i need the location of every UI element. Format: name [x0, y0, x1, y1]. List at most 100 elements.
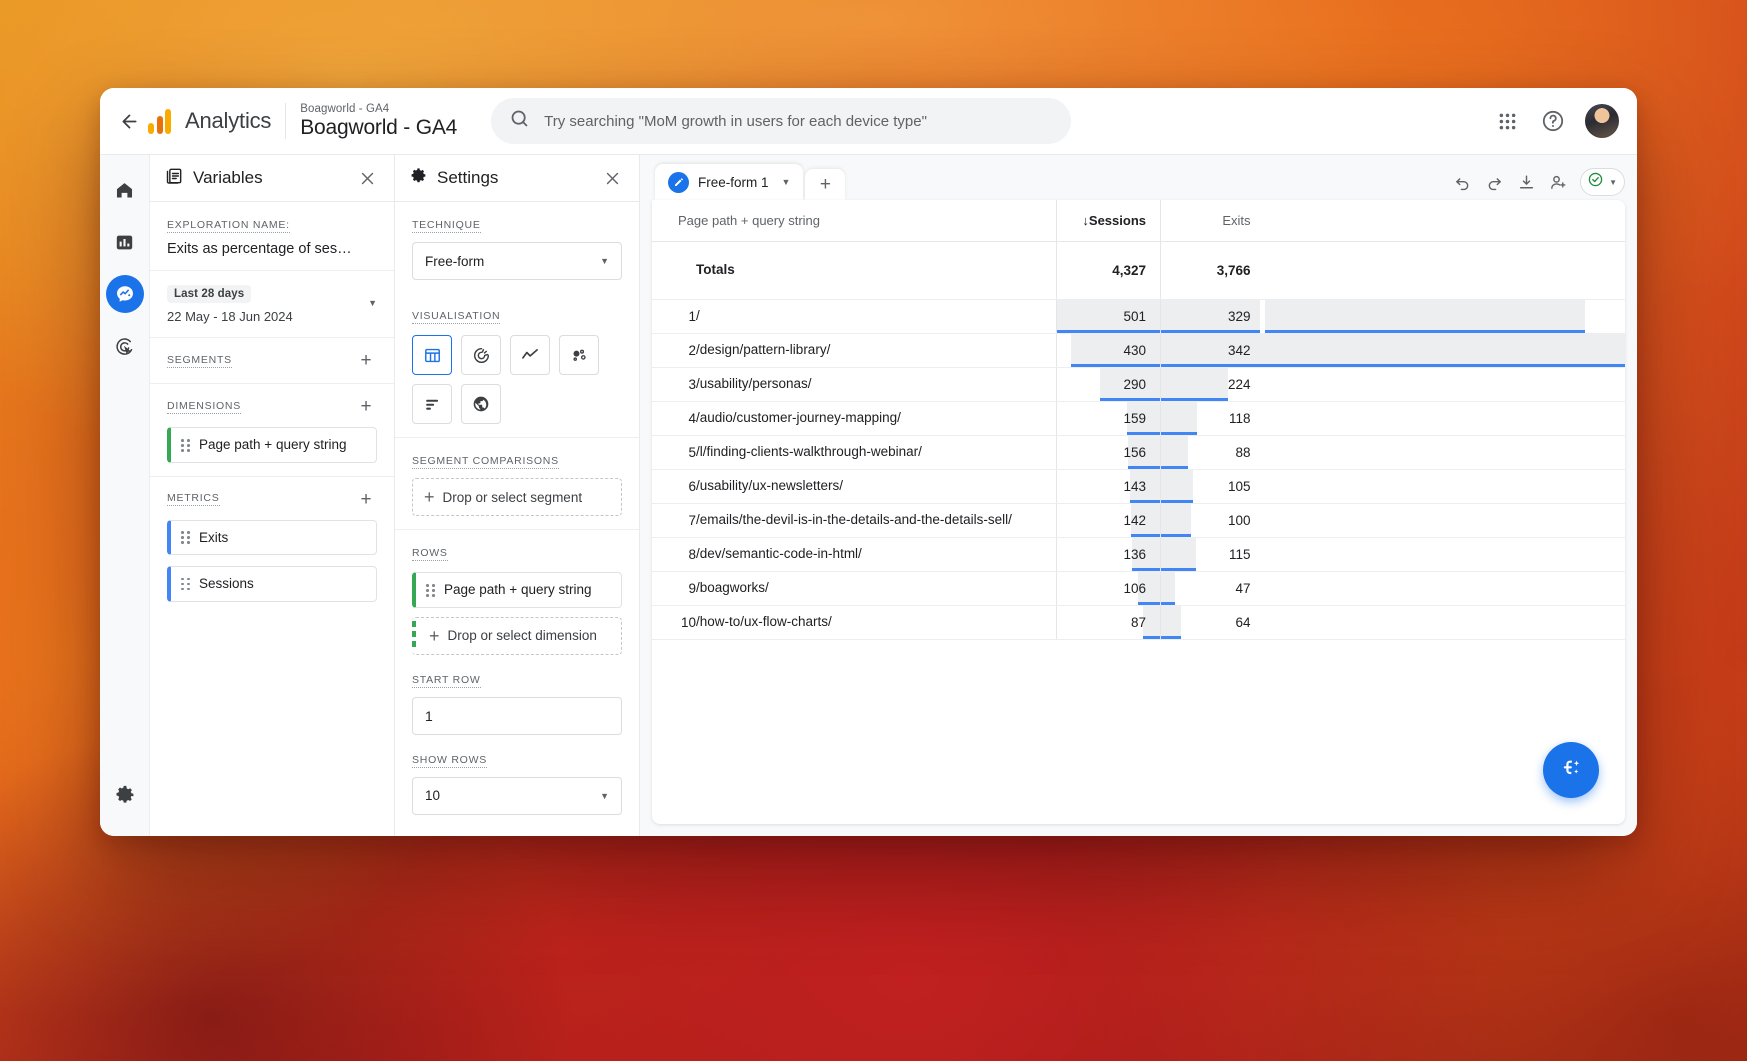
table-row[interactable]: 10/how-to/ux-flow-charts/8764: [652, 605, 1625, 639]
insights-fab[interactable]: [1543, 742, 1599, 798]
rows-label: ROWS: [412, 547, 448, 561]
exploration-name-section[interactable]: EXPLORATION NAME: Exits as percentage of…: [150, 202, 394, 271]
save-state-control[interactable]: ▼: [1580, 168, 1625, 196]
sidebar-item-home[interactable]: [106, 171, 144, 209]
drag-handle-icon[interactable]: [181, 436, 190, 452]
undo-icon[interactable]: [1447, 167, 1477, 197]
row-path[interactable]: /dev/semantic-code-in-html/: [696, 537, 1057, 571]
free-form-table: Page path + query string ↓Sessions Exits…: [652, 200, 1625, 640]
pencil-icon: [668, 172, 689, 193]
totals-exits: 3,766: [1161, 242, 1265, 300]
globe-icon[interactable]: [461, 384, 501, 424]
cell-value: 106: [1123, 581, 1146, 596]
add-tab-button[interactable]: +: [805, 169, 845, 200]
cell-value: 47: [1235, 581, 1250, 596]
totals-index: [652, 242, 696, 300]
row-index: 4: [652, 401, 696, 435]
row-path[interactable]: /how-to/ux-flow-charts/: [696, 605, 1057, 639]
row-path[interactable]: /usability/personas/: [696, 367, 1057, 401]
sidebar-item-explore[interactable]: [106, 275, 144, 313]
cell-exits: 329: [1161, 299, 1265, 333]
chevron-down-icon: ▼: [600, 791, 609, 801]
variables-title: Variables: [193, 168, 263, 188]
date-range-section[interactable]: Last 28 days 22 May - 18 Jun 2024 ▼: [150, 271, 394, 338]
table-row[interactable]: 2/design/pattern-library/430342: [652, 333, 1625, 367]
cell-value: 64: [1235, 615, 1250, 630]
row-spacer: [1265, 401, 1626, 435]
scatter-plot-icon[interactable]: [559, 335, 599, 375]
cell-value: 159: [1123, 411, 1146, 426]
metric-chip-exits[interactable]: Exits: [167, 520, 377, 556]
table-row[interactable]: 5/l/finding-clients-walkthrough-webinar/…: [652, 435, 1625, 469]
close-icon[interactable]: [599, 165, 625, 191]
apps-grid-icon[interactable]: [1487, 101, 1527, 141]
drop-dimension-target[interactable]: + Drop or select dimension: [412, 617, 622, 655]
row-path[interactable]: /l/finding-clients-walkthrough-webinar/: [696, 435, 1057, 469]
cell-sessions: 156: [1057, 435, 1161, 469]
start-row-input[interactable]: 1: [412, 697, 622, 735]
tab-free-form-1[interactable]: Free-form 1 ▼: [655, 164, 803, 200]
back-icon[interactable]: [110, 102, 148, 140]
divider: [285, 103, 286, 139]
person-add-icon[interactable]: [1543, 167, 1573, 197]
row-path[interactable]: /usability/ux-newsletters/: [696, 469, 1057, 503]
search-input[interactable]: Try searching "MoM growth in users for e…: [491, 98, 1071, 144]
chevron-down-icon[interactable]: ▼: [782, 177, 791, 187]
show-rows-select[interactable]: 10 ▼: [412, 777, 622, 815]
add-metric-button[interactable]: +: [355, 490, 377, 509]
row-path[interactable]: /emails/the-devil-is-in-the-details-and-…: [696, 503, 1057, 537]
cell-exits: 118: [1161, 401, 1265, 435]
close-icon[interactable]: [354, 165, 380, 191]
add-segment-button[interactable]: +: [355, 351, 377, 370]
row-spacer: [1265, 435, 1626, 469]
sidebar-item-reports[interactable]: [106, 223, 144, 261]
column-header-dimension[interactable]: Page path + query string: [652, 200, 1057, 242]
drag-handle-icon[interactable]: [181, 578, 190, 591]
dimension-chip[interactable]: Page path + query string: [167, 427, 377, 463]
row-path[interactable]: /design/pattern-library/: [696, 333, 1057, 367]
analytics-window: Analytics Boagworld - GA4 Boagworld - GA…: [100, 88, 1637, 836]
column-header-exits[interactable]: Exits: [1161, 200, 1265, 242]
account-selector[interactable]: Boagworld - GA4 Boagworld - GA4: [300, 103, 457, 139]
drag-handle-icon[interactable]: [181, 531, 190, 544]
cell-sessions: 290: [1057, 367, 1161, 401]
download-icon[interactable]: [1511, 167, 1541, 197]
sidebar-item-admin[interactable]: [106, 776, 144, 814]
row-index: 9: [652, 571, 696, 605]
cell-sessions: 136: [1057, 537, 1161, 571]
chevron-down-icon[interactable]: ▼: [368, 284, 377, 308]
cell-value: 342: [1228, 343, 1251, 358]
table-row[interactable]: 3/usability/personas/290224: [652, 367, 1625, 401]
table-icon[interactable]: [412, 335, 452, 375]
sidebar-item-advertising[interactable]: [106, 327, 144, 365]
canvas-toolbar: ▼: [1447, 167, 1625, 200]
line-chart-icon[interactable]: [510, 335, 550, 375]
table-row[interactable]: 6/usability/ux-newsletters/143105: [652, 469, 1625, 503]
horizontal-bar-icon[interactable]: [412, 384, 452, 424]
redo-icon[interactable]: [1479, 167, 1509, 197]
segment-comparisons-section: SEGMENT COMPARISONS + Drop or select seg…: [395, 438, 639, 530]
chevron-down-icon: ▼: [600, 256, 609, 266]
metric-chip-sessions[interactable]: Sessions: [167, 566, 377, 602]
technique-select[interactable]: Free-form ▼: [412, 242, 622, 280]
donut-chart-icon[interactable]: [461, 335, 501, 375]
settings-title: Settings: [437, 168, 498, 188]
table-row[interactable]: 1/501329: [652, 299, 1625, 333]
cell-exits: 100: [1161, 503, 1265, 537]
avatar[interactable]: [1585, 104, 1619, 138]
totals-spacer: [1265, 242, 1626, 300]
row-dimension-chip[interactable]: Page path + query string: [412, 572, 622, 608]
drop-segment-target[interactable]: + Drop or select segment: [412, 478, 622, 516]
row-path[interactable]: /audio/customer-journey-mapping/: [696, 401, 1057, 435]
table-row[interactable]: 8/dev/semantic-code-in-html/136115: [652, 537, 1625, 571]
help-circle-icon[interactable]: [1533, 101, 1573, 141]
add-dimension-button[interactable]: +: [355, 397, 377, 416]
table-row[interactable]: 7/emails/the-devil-is-in-the-details-and…: [652, 503, 1625, 537]
table-row[interactable]: 4/audio/customer-journey-mapping/159 118: [652, 401, 1625, 435]
drag-handle-icon[interactable]: [426, 581, 435, 597]
date-range-value: 22 May - 18 Jun 2024: [167, 309, 293, 324]
table-row[interactable]: 9/boagworks/106 47: [652, 571, 1625, 605]
row-path[interactable]: /: [696, 299, 1057, 333]
row-path[interactable]: /boagworks/: [696, 571, 1057, 605]
column-header-sessions[interactable]: ↓Sessions: [1057, 200, 1161, 242]
